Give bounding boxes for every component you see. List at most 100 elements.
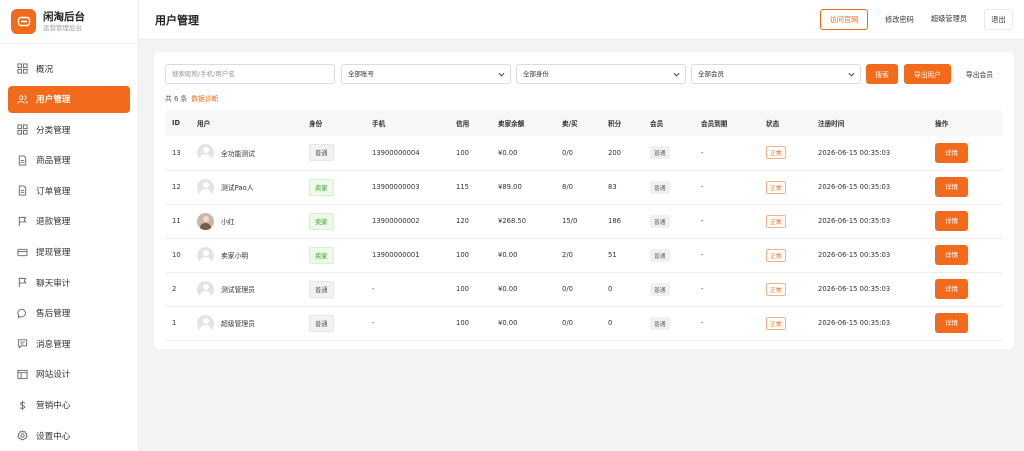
chevron-down-icon [848, 72, 855, 77]
member-badge: 普通 [650, 316, 670, 330]
sidebar-item-label: 商品管理 [36, 156, 71, 167]
credit: 100 [456, 251, 469, 259]
brand-subtitle: 运营管理后台 [43, 23, 82, 32]
sidebar-item-8[interactable]: 售后管理 [8, 300, 130, 327]
user-id: 12 [172, 183, 181, 191]
member-expire: - [701, 183, 704, 191]
sell-buy: 0/0 [562, 319, 573, 327]
sell-buy: 8/0 [562, 183, 573, 191]
column-header: 卖/买 [562, 120, 578, 128]
status-badge: 正常 [766, 180, 786, 194]
seller-balance: ¥0.00 [498, 285, 518, 293]
user-cell: 全功能测试 [197, 136, 309, 170]
role-badge: 普通 [309, 280, 334, 298]
sidebar-item-2[interactable]: 分类管理 [8, 116, 130, 143]
sidebar-item-9[interactable]: 消息管理 [8, 330, 130, 357]
seller-balance: ¥0.00 [498, 148, 518, 157]
role-cell: 卖家 [309, 170, 372, 204]
export-members-button[interactable]: 导出会员 [957, 64, 1002, 84]
member-badge: 普通 [650, 146, 670, 160]
sidebar-item-5[interactable]: 退款管理 [8, 208, 130, 235]
points: 0 [608, 319, 613, 327]
sidebar-item-11[interactable]: 营销中心 [8, 392, 130, 419]
user-id: 1 [172, 319, 177, 327]
account-select-value: 全部账号 [348, 70, 374, 78]
identity-select[interactable]: 全部身份 [516, 64, 686, 84]
detail-button[interactable]: 详情 [935, 313, 968, 333]
phone: - [372, 285, 375, 293]
table-row: 10 卖家小明 卖家 13900000001 100 ¥0.00 2/0 51 普通 - 正常 202… [165, 238, 1003, 272]
message-icon [17, 338, 28, 349]
user-cell: 测试管理员 [197, 272, 309, 306]
user-id: 13 [172, 148, 181, 157]
user-info: 测试管理员 [197, 280, 309, 298]
member-select[interactable]: 全部会员 [691, 64, 861, 84]
detail-button[interactable]: 详情 [935, 211, 968, 231]
flag-icon [17, 216, 28, 227]
status-cell: 正常 [766, 136, 818, 170]
sidebar-menu: 概况用户管理分类管理商品管理订单管理退款管理提现管理聊天审计售后管理消息管理网站… [0, 44, 138, 449]
sidebar-item-3[interactable]: 商品管理 [8, 147, 130, 174]
credit: 100 [456, 319, 469, 327]
data-diagnosis-link[interactable]: 数据诊断 [191, 95, 218, 103]
visit-site-button[interactable]: 访问官网 [820, 9, 868, 30]
user-info: 测试Pao人 [197, 178, 309, 196]
user-info: 超级管理员 [197, 314, 309, 332]
role-cell: 卖家 [309, 204, 372, 238]
user-cell: 超级管理员 [197, 306, 309, 340]
seller-balance: ¥89.00 [498, 183, 522, 191]
sidebar-item-6[interactable]: 提现管理 [8, 239, 130, 266]
phone: 13900000002 [372, 217, 420, 225]
sidebar-item-12[interactable]: 设置中心 [8, 422, 130, 449]
search-button[interactable]: 搜索 [866, 64, 898, 84]
card-icon [17, 247, 28, 258]
registered-time: 2026-06-15 00:35:03 [818, 285, 891, 293]
sidebar-item-label: 设置中心 [36, 431, 71, 442]
layout-icon [17, 369, 28, 380]
sidebar-item-label: 营销中心 [36, 401, 71, 412]
user-id: 10 [172, 251, 181, 259]
sidebar-item-4[interactable]: 订单管理 [8, 177, 130, 204]
credit: 100 [456, 285, 469, 293]
dollar-icon [17, 400, 28, 411]
points: 0 [608, 285, 613, 293]
user-nickname: 全功能测试 [221, 149, 255, 158]
detail-button[interactable]: 详情 [935, 177, 968, 197]
search-input[interactable]: 搜索昵称/手机/用户名 [165, 64, 335, 84]
sidebar-item-label: 聊天审计 [36, 278, 71, 289]
users-table: ID 用户 身份 手机 信用 卖家余额 卖/买 积分 会员 会员到期 状态 注册时间 操作 13 全功能测… [165, 110, 1003, 341]
detail-button[interactable]: 详情 [935, 245, 968, 265]
logout-button[interactable]: 退出 [984, 9, 1013, 30]
action-cell: 详情 [935, 204, 1003, 238]
role-badge: 普通 [309, 144, 334, 162]
status-cell: 正常 [766, 306, 818, 340]
sidebar-item-10[interactable]: 网站设计 [8, 361, 130, 388]
column-header: ID [172, 119, 180, 127]
action-cell: 详情 [935, 170, 1003, 204]
status-cell: 正常 [766, 204, 818, 238]
current-user[interactable]: 超级管理员 [931, 14, 967, 24]
column-header: 会员 [650, 120, 664, 128]
account-select[interactable]: 全部账号 [341, 64, 511, 84]
action-cell: 详情 [935, 272, 1003, 306]
table-body: 13 全功能测试 普通 13900000004 100 ¥0.00 0/0 200 普通 - 正常 2… [165, 136, 1003, 340]
credit: 120 [456, 217, 469, 225]
member-badge: 普通 [650, 214, 670, 228]
sidebar: 闲淘后台 运营管理后台 概况 用户管理 分类管理 商品管理 订单管理 退款管理 提现管理 聊天… [0, 0, 139, 451]
member-cell: 普通 [650, 204, 701, 238]
user-info: 小红 [197, 212, 309, 230]
detail-button[interactable]: 详情 [935, 279, 968, 299]
status-cell: 正常 [766, 170, 818, 204]
export-users-button[interactable]: 导出用户 [904, 64, 951, 84]
sidebar-item-label: 售后管理 [36, 309, 71, 320]
table-row: 11 小红 卖家 13900000002 120 ¥268.50 15/0 186 普通 - 正常 2… [165, 204, 1003, 238]
detail-button[interactable]: 详情 [935, 142, 968, 163]
sidebar-item-7[interactable]: 聊天审计 [8, 269, 130, 296]
change-password-button[interactable]: 修改密码 [877, 9, 922, 30]
document-icon [17, 155, 28, 166]
sidebar-item-0[interactable]: 概况 [8, 55, 130, 82]
member-expire: - [701, 148, 704, 157]
sidebar-item-1[interactable]: 用户管理 [8, 85, 130, 113]
status-badge: 正常 [766, 282, 786, 296]
user-nickname: 测试Pao人 [221, 184, 254, 192]
